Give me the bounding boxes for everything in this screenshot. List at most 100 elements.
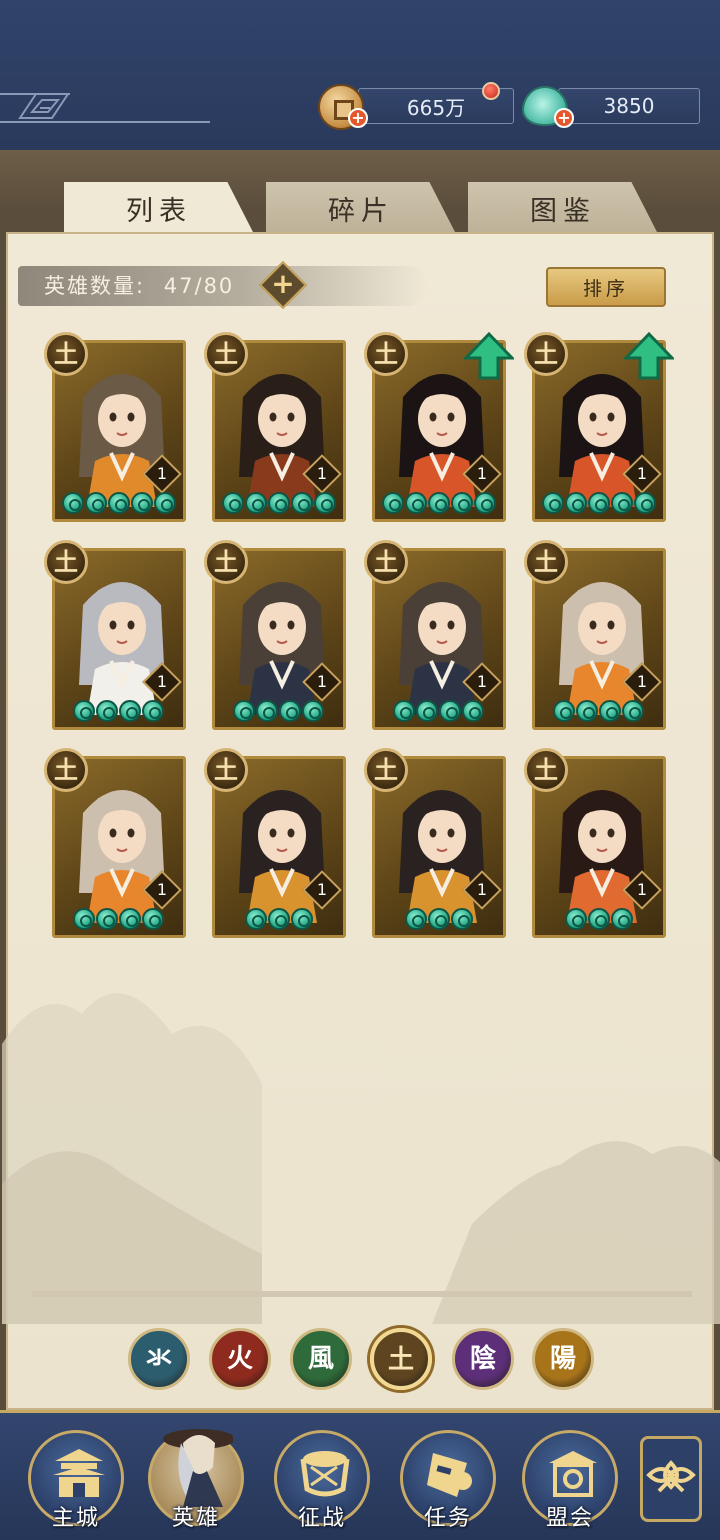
jade-star-icon bbox=[96, 908, 118, 930]
jade-star-icon bbox=[245, 492, 267, 514]
hero-star-rating bbox=[553, 700, 644, 724]
jade-star-icon bbox=[119, 700, 141, 722]
hero-count: 英雄数量: 47/80 bbox=[44, 270, 234, 300]
nav-alliance-label: 盟会 bbox=[545, 1506, 594, 1531]
tab-list[interactable]: 列表 bbox=[64, 182, 254, 234]
jade-star-icon bbox=[451, 908, 473, 930]
tab-fragments[interactable]: 碎片 bbox=[266, 182, 456, 234]
jade-star-icon bbox=[474, 492, 496, 514]
jade-star-icon bbox=[291, 492, 313, 514]
jade-star-icon bbox=[622, 700, 644, 722]
sort-button[interactable]: 排序 bbox=[546, 267, 666, 307]
jade-star-icon bbox=[233, 700, 255, 722]
element-earth-icon: 土 bbox=[44, 332, 88, 376]
hero-level-value: 1 bbox=[316, 880, 328, 899]
jade-star-icon bbox=[405, 492, 427, 514]
element-wind-icon: 風 bbox=[307, 1344, 334, 1374]
jade-star-icon bbox=[96, 700, 118, 722]
hero-star-rating bbox=[222, 492, 336, 516]
element-earth-icon: 土 bbox=[524, 540, 568, 584]
hero-star-rating bbox=[62, 492, 176, 516]
element-water-icon: 氺 bbox=[145, 1344, 172, 1374]
flower-menu-icon bbox=[646, 1460, 696, 1493]
element-earth-icon: 土 bbox=[44, 748, 88, 792]
filter-wind-button[interactable]: 風 bbox=[290, 1328, 352, 1390]
jade-star-icon bbox=[416, 700, 438, 722]
jade-star-icon bbox=[553, 700, 575, 722]
jade-star-icon bbox=[314, 492, 336, 514]
filter-yang-button[interactable]: 陽 bbox=[532, 1328, 594, 1390]
element-earth-icon: 土 bbox=[524, 332, 568, 376]
hero-level-value: 1 bbox=[156, 464, 168, 483]
jade-star-icon bbox=[268, 492, 290, 514]
hero-star-rating bbox=[233, 700, 324, 724]
hero-level-value: 1 bbox=[476, 464, 488, 483]
jade-star-icon bbox=[428, 492, 450, 514]
element-yin-icon: 陰 bbox=[469, 1344, 496, 1374]
top-bar: 665万 + 3850 + bbox=[0, 0, 720, 150]
hero-level-value: 1 bbox=[316, 464, 328, 483]
jade-star-icon bbox=[565, 492, 587, 514]
nav-main-city-label: 主城 bbox=[51, 1506, 100, 1531]
hero-star-rating bbox=[245, 908, 313, 932]
element-fire-icon: 火 bbox=[226, 1344, 253, 1374]
element-earth-icon: 土 bbox=[387, 1345, 414, 1375]
filter-yin-button[interactable]: 陰 bbox=[452, 1328, 514, 1390]
jade-star-icon bbox=[634, 492, 656, 514]
hero-level-value: 1 bbox=[476, 672, 488, 691]
hero-level-value: 1 bbox=[636, 880, 648, 899]
jade-star-icon bbox=[131, 492, 153, 514]
jade-star-icon bbox=[382, 492, 404, 514]
hero-star-rating bbox=[393, 700, 484, 724]
element-yang-icon: 陽 bbox=[549, 1344, 576, 1374]
element-earth-icon: 土 bbox=[364, 332, 408, 376]
gem-value: 3850 bbox=[603, 94, 655, 118]
jade-star-icon bbox=[302, 700, 324, 722]
jade-star-icon bbox=[462, 700, 484, 722]
war-drum-icon bbox=[300, 1451, 350, 1497]
filter-water-button[interactable]: 氺 bbox=[128, 1328, 190, 1390]
filter-earth-button[interactable]: 土 bbox=[370, 1328, 432, 1390]
jade-star-icon bbox=[565, 908, 587, 930]
jade-star-icon bbox=[576, 700, 598, 722]
jade-star-icon bbox=[451, 492, 473, 514]
coin-currency[interactable]: 665万 + bbox=[318, 82, 514, 130]
hero-level-value: 1 bbox=[636, 464, 648, 483]
jade-star-icon bbox=[611, 492, 633, 514]
element-earth-icon: 土 bbox=[524, 748, 568, 792]
jade-star-icon bbox=[142, 700, 164, 722]
gem-currency[interactable]: 3850 + bbox=[522, 84, 702, 128]
hero-avatar-icon bbox=[163, 1429, 233, 1507]
tab-codex[interactable]: 图鉴 bbox=[468, 182, 658, 234]
jade-star-icon bbox=[279, 700, 301, 722]
tab-list-label: 列表 bbox=[126, 195, 192, 227]
hero-star-rating bbox=[565, 908, 633, 932]
jade-star-icon bbox=[108, 492, 130, 514]
element-earth-icon: 土 bbox=[204, 332, 248, 376]
scroll-bell-icon bbox=[427, 1453, 472, 1497]
add-coins-icon[interactable]: + bbox=[348, 108, 368, 128]
decorative-pattern-icon bbox=[0, 93, 210, 123]
jade-star-icon bbox=[85, 492, 107, 514]
hero-level-value: 1 bbox=[636, 672, 648, 691]
nav-campaign-label: 征战 bbox=[297, 1506, 346, 1531]
plus-icon: + bbox=[271, 267, 295, 300]
hero-star-rating bbox=[405, 908, 473, 932]
coin-value: 665万 bbox=[406, 95, 466, 120]
hero-star-rating bbox=[73, 908, 164, 932]
jade-star-icon bbox=[62, 492, 84, 514]
more-menu-button[interactable] bbox=[640, 1436, 702, 1522]
hero-star-rating bbox=[542, 492, 656, 516]
jade-star-icon bbox=[439, 700, 461, 722]
hero-level-value: 1 bbox=[316, 672, 328, 691]
hero-level-value: 1 bbox=[156, 672, 168, 691]
hero-level-value: 1 bbox=[156, 880, 168, 899]
filter-fire-button[interactable]: 火 bbox=[209, 1328, 271, 1390]
notification-dot-icon bbox=[482, 82, 500, 100]
jade-star-icon bbox=[119, 908, 141, 930]
jade-star-icon bbox=[256, 700, 278, 722]
jade-star-icon bbox=[142, 908, 164, 930]
add-gems-icon[interactable]: + bbox=[554, 108, 574, 128]
jade-star-icon bbox=[599, 700, 621, 722]
jade-star-icon bbox=[405, 908, 427, 930]
